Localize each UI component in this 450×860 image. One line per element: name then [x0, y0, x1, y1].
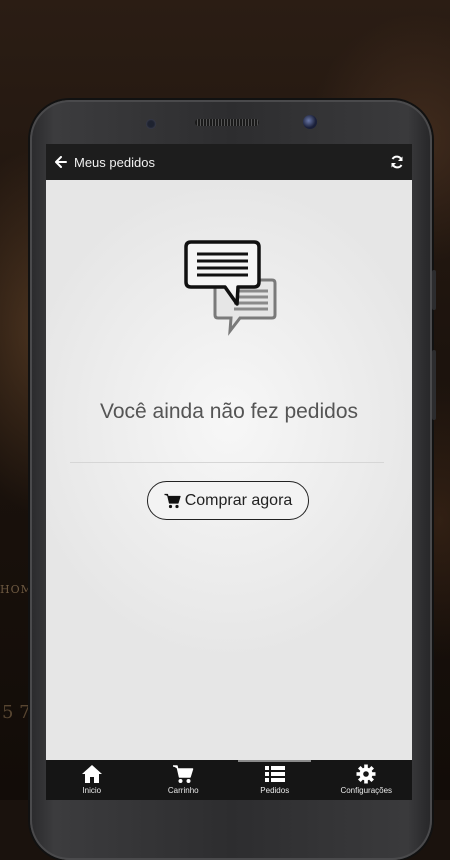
buy-now-label: Comprar agora: [184, 491, 293, 509]
cart-icon: [173, 765, 194, 783]
nav-label-carrinho: Carrinho: [167, 786, 199, 795]
nav-item-pedidos[interactable]: Pedidos: [229, 760, 321, 800]
nav-label-inicio: Inicio: [82, 786, 102, 795]
home-icon: [81, 765, 102, 783]
app-screen: Meus pedidos Você ainda não fez pedidos …: [46, 144, 412, 800]
app-bar: Meus pedidos: [46, 144, 412, 180]
empty-state: Você ainda não fez pedidos Comprar agora: [46, 180, 412, 760]
nav-item-carrinho[interactable]: Carrinho: [138, 760, 230, 800]
nav-item-configuracoes[interactable]: Configurações: [321, 760, 413, 800]
phone-volume-button: [432, 350, 436, 420]
bottom-navigation: Inicio Carrinho Pedidos Configurações: [46, 760, 412, 800]
phone-speaker: [195, 119, 259, 126]
gear-icon: [356, 764, 376, 784]
phone-camera: [303, 115, 317, 129]
nav-label-configuracoes: Configurações: [340, 786, 393, 795]
phone-side-button: [432, 270, 436, 310]
cart-icon: [164, 493, 181, 508]
nav-item-inicio[interactable]: Inicio: [46, 760, 138, 800]
page-title: Meus pedidos: [74, 154, 155, 170]
arrow-left-icon[interactable]: [54, 155, 68, 169]
list-icon: [264, 766, 285, 782]
phone-sensor: [146, 119, 156, 129]
empty-message: Você ainda não fez pedidos: [99, 400, 359, 423]
chat-bubbles-icon: [184, 240, 277, 336]
nav-label-pedidos: Pedidos: [260, 786, 290, 795]
divider: [70, 462, 384, 463]
refresh-icon[interactable]: [390, 155, 404, 169]
buy-now-button[interactable]: Comprar agora: [147, 481, 309, 520]
